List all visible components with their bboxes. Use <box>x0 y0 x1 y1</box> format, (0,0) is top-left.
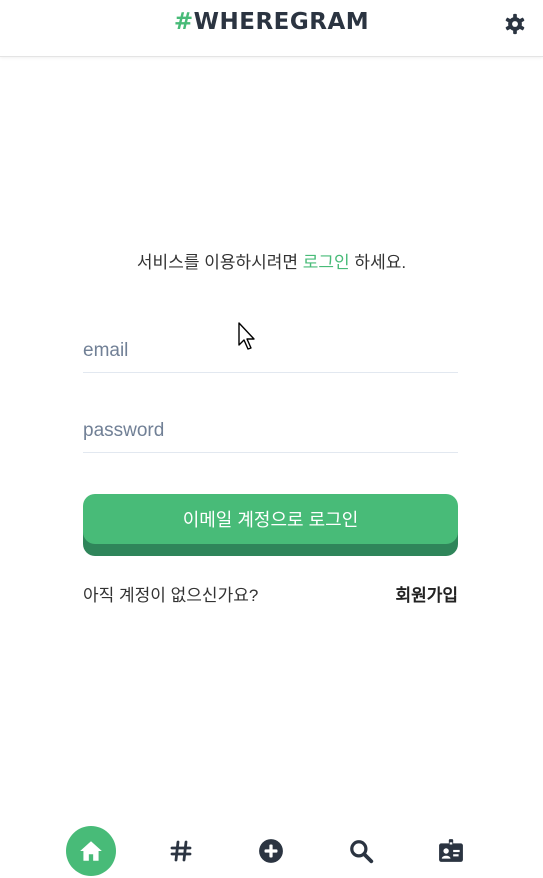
top-bar: #WHEREGRAM <box>0 0 543 57</box>
email-login-button[interactable]: 이메일 계정으로 로그인 <box>83 494 458 544</box>
id-card-icon <box>439 839 463 862</box>
nav-hashtag-button[interactable] <box>156 826 206 876</box>
password-input[interactable] <box>83 410 458 453</box>
gear-icon <box>505 13 525 35</box>
nav-home-button[interactable] <box>66 826 116 876</box>
nav-add-button[interactable] <box>246 826 296 876</box>
prompt-text-before: 서비스를 이용하시려면 <box>136 253 303 272</box>
signup-link[interactable]: 회원가입 <box>395 581 458 606</box>
prompt-login-word: 로그인 <box>302 253 350 272</box>
signup-row: 아직 계정이 없으신가요? 회원가입 <box>83 581 458 605</box>
search-icon <box>350 840 374 864</box>
email-login-button-label: 이메일 계정으로 로그인 <box>182 510 359 530</box>
home-icon <box>80 841 102 861</box>
email-input[interactable] <box>83 330 458 373</box>
settings-button[interactable] <box>503 12 527 36</box>
app-root: #WHEREGRAM 서비스를 이용하시려면 로그인 하세요. 이메일 계정으로… <box>0 0 543 878</box>
logo-text: WHEREGRAM <box>193 9 370 35</box>
prompt-text-after: 하세요. <box>349 253 407 272</box>
bottom-navigation <box>0 826 543 878</box>
logo-hash: # <box>173 9 194 35</box>
nav-search-button[interactable] <box>336 826 386 876</box>
login-prompt: 서비스를 이용하시려면 로그인 하세요. <box>0 248 543 273</box>
app-logo[interactable]: #WHEREGRAM <box>0 9 543 35</box>
signup-question: 아직 계정이 없으신가요? <box>83 586 259 605</box>
hashtag-icon <box>170 840 192 862</box>
plus-circle-icon <box>259 839 283 863</box>
nav-profile-button[interactable] <box>426 826 476 876</box>
